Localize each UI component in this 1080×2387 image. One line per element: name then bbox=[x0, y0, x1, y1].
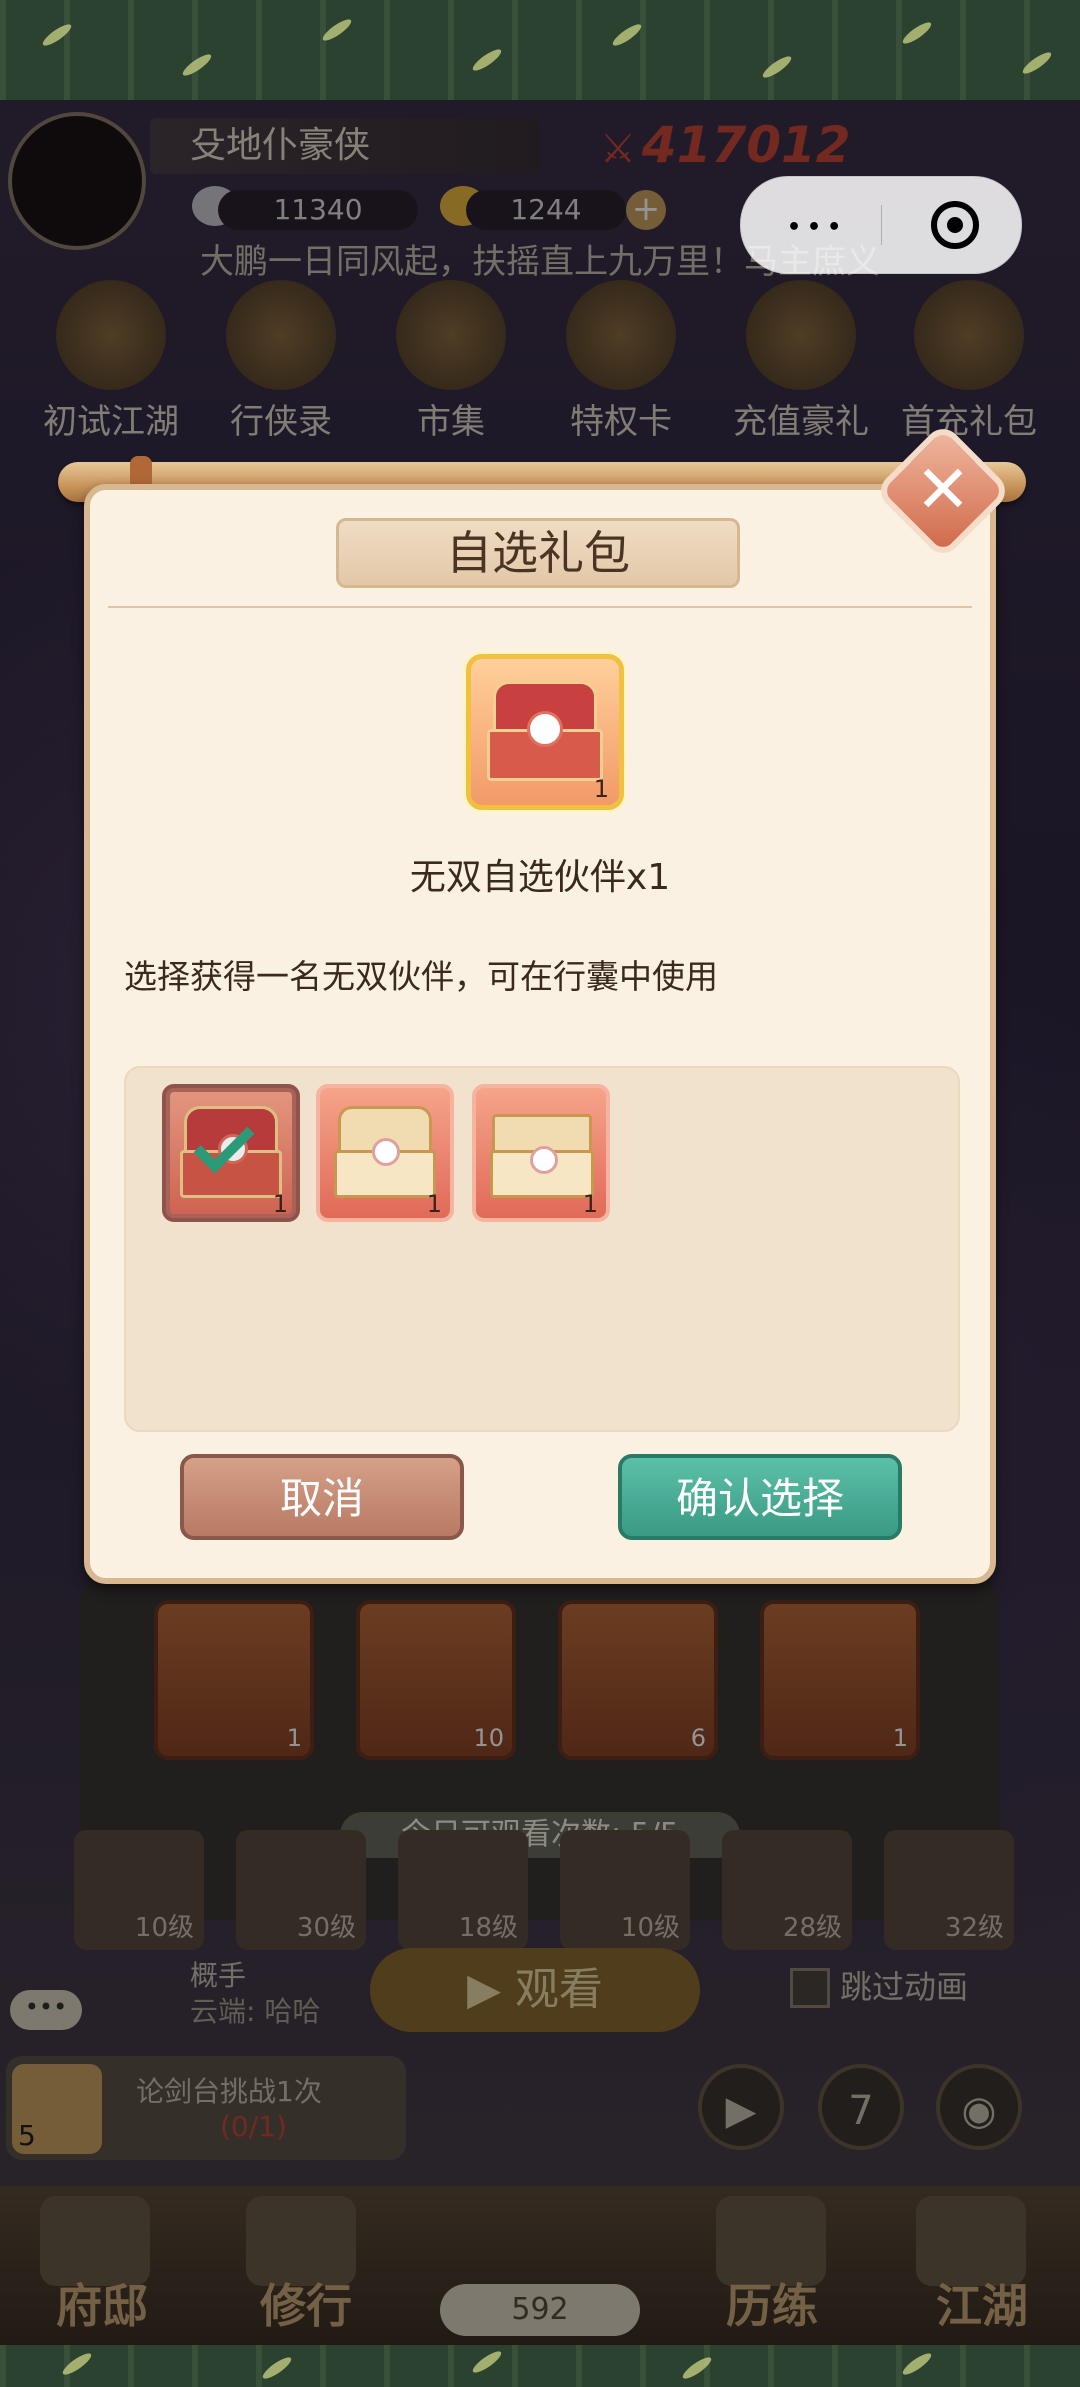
item-name: 无双自选伙伴x1 bbox=[409, 857, 671, 898]
close-miniprogram-icon[interactable] bbox=[931, 201, 979, 249]
close-icon[interactable]: ✕ bbox=[894, 442, 992, 540]
chest-lock bbox=[372, 1138, 400, 1166]
choice-item-gold-chest[interactable]: 1 bbox=[316, 1084, 454, 1222]
chest-lock bbox=[527, 711, 563, 747]
dialog-title: 自选礼包 bbox=[446, 526, 630, 580]
title-divider bbox=[108, 606, 972, 608]
confirm-selection-button[interactable]: 确认选择 bbox=[618, 1454, 902, 1540]
bottom-bamboo-border bbox=[0, 2345, 1080, 2387]
choice-item-gold-box[interactable]: 1 bbox=[472, 1084, 610, 1222]
miniprogram-capsule: ••• bbox=[740, 176, 1022, 274]
selected-gift-item[interactable]: 1 bbox=[466, 654, 624, 810]
item-description: 选择获得一名无双伙伴，可在行囊中使用 bbox=[124, 957, 718, 996]
top-bamboo-border bbox=[0, 0, 1080, 100]
cancel-button[interactable]: 取消 bbox=[180, 1454, 464, 1540]
more-icon[interactable]: ••• bbox=[787, 215, 847, 240]
capsule-divider bbox=[881, 205, 882, 245]
chest-lock bbox=[530, 1146, 558, 1174]
